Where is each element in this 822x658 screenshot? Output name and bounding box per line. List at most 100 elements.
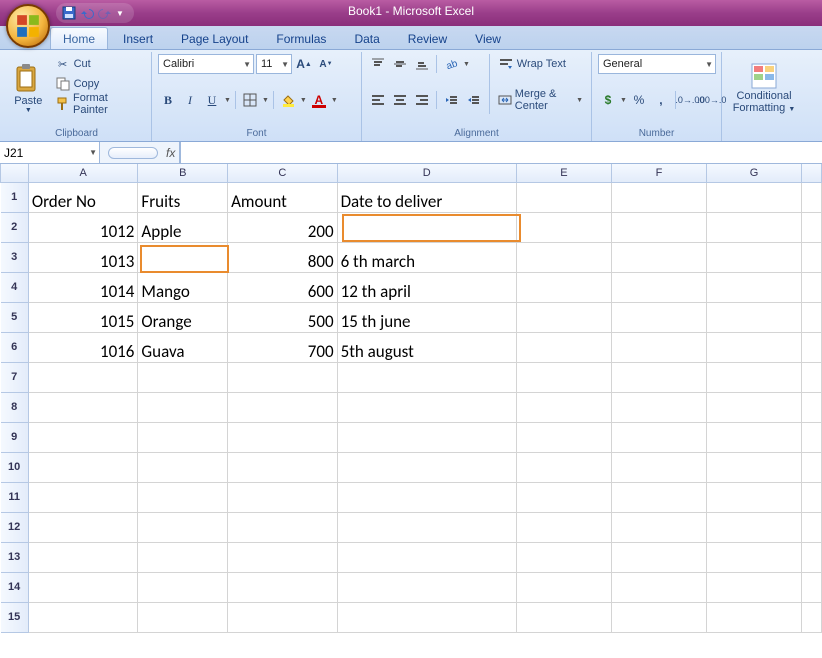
- row-header-10[interactable]: 10: [1, 452, 29, 482]
- cell-D1[interactable]: Date to deliver: [337, 182, 516, 212]
- decrease-decimal-button[interactable]: .00→.0: [702, 90, 722, 110]
- tab-page-layout[interactable]: Page Layout: [168, 27, 261, 49]
- cell-G6[interactable]: [706, 332, 801, 362]
- cell-G15[interactable]: [706, 602, 801, 632]
- cell-D7[interactable]: [337, 362, 516, 392]
- cell-B1[interactable]: Fruits: [138, 182, 228, 212]
- cell-F2[interactable]: [611, 212, 706, 242]
- shrink-font-button[interactable]: A▼: [316, 54, 336, 74]
- col-header-extra[interactable]: [802, 164, 822, 182]
- cell-E3[interactable]: [516, 242, 611, 272]
- cell-extra-3[interactable]: [802, 242, 822, 272]
- cell-G11[interactable]: [706, 482, 801, 512]
- cell-G3[interactable]: [706, 242, 801, 272]
- cell-A14[interactable]: [28, 572, 138, 602]
- align-right-button[interactable]: [412, 90, 432, 110]
- name-box[interactable]: J21 ▼: [0, 142, 100, 163]
- undo-icon[interactable]: [80, 6, 94, 20]
- cell-E6[interactable]: [516, 332, 611, 362]
- cell-E13[interactable]: [516, 542, 611, 572]
- align-left-button[interactable]: [368, 90, 388, 110]
- save-icon[interactable]: [62, 6, 76, 20]
- cell-G12[interactable]: [706, 512, 801, 542]
- decrease-indent-button[interactable]: [441, 90, 461, 110]
- cell-A13[interactable]: [28, 542, 138, 572]
- cell-G2[interactable]: [706, 212, 801, 242]
- cell-B11[interactable]: [138, 482, 228, 512]
- cell-D6[interactable]: 5th august: [337, 332, 516, 362]
- cell-extra-5[interactable]: [802, 302, 822, 332]
- align-top-button[interactable]: [368, 54, 388, 74]
- col-header-C[interactable]: C: [228, 164, 338, 182]
- cell-G5[interactable]: [706, 302, 801, 332]
- cut-button[interactable]: ✂ Cut: [53, 54, 145, 74]
- cell-D12[interactable]: [337, 512, 516, 542]
- cell-G10[interactable]: [706, 452, 801, 482]
- cell-D14[interactable]: [337, 572, 516, 602]
- wrap-text-button[interactable]: Wrap Text: [496, 54, 585, 74]
- row-header-3[interactable]: 3: [1, 242, 29, 272]
- cell-B10[interactable]: [138, 452, 228, 482]
- tab-insert[interactable]: Insert: [110, 27, 166, 49]
- cell-D13[interactable]: [337, 542, 516, 572]
- cell-extra-4[interactable]: [802, 272, 822, 302]
- cell-extra-9[interactable]: [802, 422, 822, 452]
- cell-F7[interactable]: [611, 362, 706, 392]
- cell-A3[interactable]: 1013: [28, 242, 138, 272]
- accounting-format-button[interactable]: $: [598, 90, 618, 110]
- row-header-7[interactable]: 7: [1, 362, 29, 392]
- cell-B15[interactable]: [138, 602, 228, 632]
- cell-A9[interactable]: [28, 422, 138, 452]
- cell-A5[interactable]: 1015: [28, 302, 138, 332]
- number-format-combo[interactable]: General▼: [598, 54, 716, 74]
- row-header-13[interactable]: 13: [1, 542, 29, 572]
- cell-F9[interactable]: [611, 422, 706, 452]
- border-button[interactable]: [240, 90, 260, 110]
- cell-E15[interactable]: [516, 602, 611, 632]
- cell-G14[interactable]: [706, 572, 801, 602]
- name-box-dropdown-icon[interactable]: ▼: [89, 148, 97, 157]
- font-color-button[interactable]: A: [309, 90, 329, 110]
- cell-D11[interactable]: [337, 482, 516, 512]
- align-bottom-button[interactable]: [412, 54, 432, 74]
- cell-E8[interactable]: [516, 392, 611, 422]
- row-header-2[interactable]: 2: [1, 212, 29, 242]
- col-header-B[interactable]: B: [138, 164, 228, 182]
- row-header-4[interactable]: 4: [1, 272, 29, 302]
- cell-E12[interactable]: [516, 512, 611, 542]
- cell-G8[interactable]: [706, 392, 801, 422]
- cell-F5[interactable]: [611, 302, 706, 332]
- formula-input[interactable]: [180, 142, 822, 163]
- cell-C1[interactable]: Amount: [228, 182, 338, 212]
- cell-extra-14[interactable]: [802, 572, 822, 602]
- copy-button[interactable]: Copy: [53, 74, 145, 94]
- cell-C2[interactable]: 200: [228, 212, 338, 242]
- cell-A1[interactable]: Order No: [28, 182, 138, 212]
- cell-A11[interactable]: [28, 482, 138, 512]
- cell-E5[interactable]: [516, 302, 611, 332]
- tab-home[interactable]: Home: [50, 27, 108, 49]
- row-header-15[interactable]: 15: [1, 602, 29, 632]
- cell-C4[interactable]: 600: [228, 272, 338, 302]
- cell-F10[interactable]: [611, 452, 706, 482]
- cell-E1[interactable]: [516, 182, 611, 212]
- cell-B5[interactable]: Orange: [138, 302, 228, 332]
- row-header-1[interactable]: 1: [1, 182, 29, 212]
- col-header-E[interactable]: E: [516, 164, 611, 182]
- cell-F11[interactable]: [611, 482, 706, 512]
- worksheet-grid[interactable]: ABCDEFG1Order NoFruitsAmountDate to deli…: [0, 164, 822, 633]
- cell-C10[interactable]: [228, 452, 338, 482]
- cell-D3[interactable]: 6 th march: [337, 242, 516, 272]
- cell-D9[interactable]: [337, 422, 516, 452]
- cell-A15[interactable]: [28, 602, 138, 632]
- merge-center-button[interactable]: Merge & Center ▼: [496, 90, 585, 110]
- cell-A10[interactable]: [28, 452, 138, 482]
- cell-F8[interactable]: [611, 392, 706, 422]
- cell-B8[interactable]: [138, 392, 228, 422]
- cell-G7[interactable]: [706, 362, 801, 392]
- row-header-8[interactable]: 8: [1, 392, 29, 422]
- cell-E10[interactable]: [516, 452, 611, 482]
- cell-C13[interactable]: [228, 542, 338, 572]
- tab-review[interactable]: Review: [395, 27, 460, 49]
- cell-F13[interactable]: [611, 542, 706, 572]
